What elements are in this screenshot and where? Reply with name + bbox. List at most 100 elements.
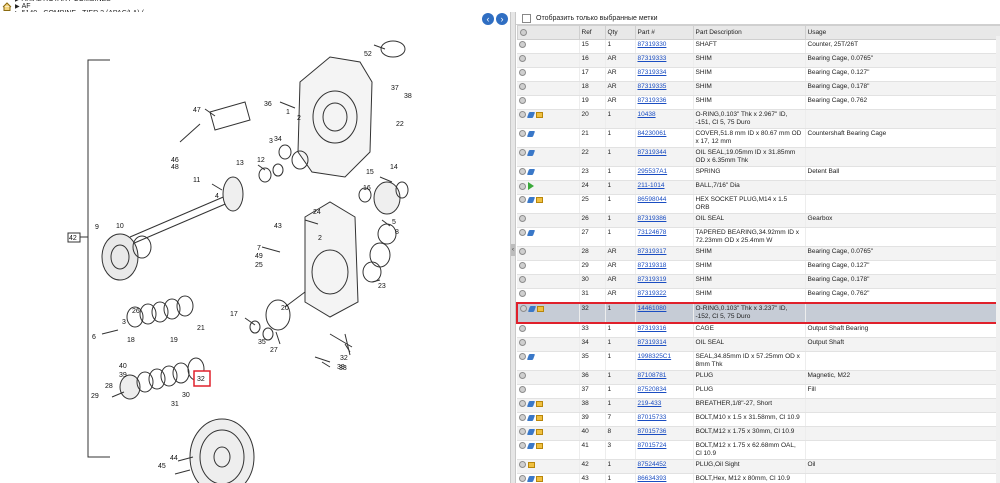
part-number-link[interactable]: 87319386 bbox=[638, 215, 667, 222]
diagram-callout[interactable]: 2 bbox=[297, 115, 301, 122]
box-icon[interactable] bbox=[536, 442, 543, 449]
diagram-callout[interactable]: 20 bbox=[281, 305, 289, 312]
gear-icon[interactable] bbox=[519, 339, 526, 346]
part-number-link[interactable]: 87520834 bbox=[638, 386, 667, 393]
row-part-number[interactable]: 87319336 bbox=[635, 95, 694, 110]
arrow-icon[interactable] bbox=[528, 182, 534, 190]
table-row[interactable]: 20 1 10438 O-RING,0.103" Thk x 2.967" ID, -… bbox=[517, 109, 1000, 129]
table-row[interactable]: 37 1 87520834 PLUG Fill bbox=[517, 384, 1000, 399]
part-number-link[interactable]: 87319316 bbox=[638, 325, 667, 332]
diagram-callout[interactable]: 13 bbox=[236, 160, 244, 167]
previous-diagram-button[interactable]: ‹ bbox=[482, 13, 494, 25]
part-number-link[interactable]: 219-433 bbox=[638, 400, 662, 407]
part-number-link[interactable]: 84230061 bbox=[638, 130, 667, 137]
pencil-icon[interactable] bbox=[526, 353, 536, 360]
diagram-callout[interactable]: 37 bbox=[391, 85, 399, 92]
next-diagram-button[interactable]: › bbox=[496, 13, 508, 25]
diagram-callout[interactable]: 17 bbox=[230, 311, 238, 318]
part-number-link[interactable]: 87319335 bbox=[638, 83, 667, 90]
row-part-number[interactable]: 87015736 bbox=[635, 426, 694, 441]
part-number-link[interactable]: 87319319 bbox=[638, 276, 667, 283]
diagram-callout[interactable]: 25 bbox=[255, 262, 263, 269]
gear-icon[interactable] bbox=[519, 262, 526, 269]
row-part-number[interactable]: 295537A1 bbox=[635, 166, 694, 181]
diagram-callout[interactable]: 26 bbox=[132, 308, 140, 315]
part-number-link[interactable]: 87015724 bbox=[638, 442, 667, 449]
gear-icon[interactable] bbox=[519, 196, 526, 203]
diagram-callout[interactable]: 44 bbox=[170, 455, 178, 462]
row-part-number[interactable]: 87319322 bbox=[635, 288, 694, 304]
row-part-number[interactable]: 1998325C1 bbox=[635, 351, 694, 371]
table-row[interactable]: 29 AR 87319318 SHIM Bearing Cage, 0.127" bbox=[517, 260, 1000, 275]
part-number-link[interactable]: 86598044 bbox=[638, 196, 667, 203]
part-number-link[interactable]: 73124678 bbox=[638, 229, 667, 236]
table-row[interactable]: 41 3 87015724 BOLT,M12 x 1.75 x 62.68mm OAL… bbox=[517, 440, 1000, 460]
diagram-callout[interactable]: 19 bbox=[170, 337, 178, 344]
column-header-qty[interactable]: Qty bbox=[604, 25, 636, 40]
row-part-number[interactable]: 87319335 bbox=[635, 81, 694, 96]
diagram-callout[interactable]: 29 bbox=[91, 393, 99, 400]
row-part-number[interactable]: 87015733 bbox=[635, 412, 694, 427]
pencil-icon[interactable] bbox=[526, 428, 536, 435]
diagram-callout[interactable]: 11 bbox=[193, 177, 200, 184]
part-number-link[interactable]: 87319322 bbox=[638, 290, 667, 297]
row-part-number[interactable]: 87319334 bbox=[635, 67, 694, 82]
row-part-number[interactable]: 87520834 bbox=[635, 384, 694, 399]
diagram-callout[interactable]: 45 bbox=[158, 463, 166, 470]
pencil-icon[interactable] bbox=[526, 400, 536, 407]
gear-icon[interactable] bbox=[519, 414, 526, 421]
part-number-link[interactable]: 10438 bbox=[638, 111, 656, 118]
diagram-callout[interactable]: 28 bbox=[105, 383, 113, 390]
gear-icon[interactable] bbox=[519, 353, 526, 360]
part-number-link[interactable]: 87319336 bbox=[638, 97, 667, 104]
gear-icon[interactable] bbox=[519, 400, 526, 407]
part-number-link[interactable]: 87319330 bbox=[638, 41, 667, 48]
row-part-number[interactable]: 211-1014 bbox=[635, 180, 694, 195]
table-row[interactable]: 18 AR 87319335 SHIM Bearing Cage, 0.178" bbox=[517, 81, 1000, 96]
diagram-callout[interactable]: 52 bbox=[364, 51, 372, 58]
diagram-callout[interactable]: 6 bbox=[92, 334, 96, 341]
diagram-callout[interactable]: 30 bbox=[182, 392, 190, 399]
gear-icon[interactable] bbox=[519, 41, 526, 48]
table-row[interactable]: 23 1 295537A1 SPRING Detent Ball bbox=[517, 166, 1000, 181]
gear-icon[interactable] bbox=[519, 276, 526, 283]
row-part-number[interactable]: 87015724 bbox=[635, 440, 694, 460]
table-row[interactable]: 15 1 87319330 SHAFT Counter, 25T/26T bbox=[517, 39, 1000, 54]
table-row[interactable]: 34 1 87319314 OIL SEAL Output Shaft bbox=[517, 337, 1000, 352]
diagram-callout[interactable]: 27 bbox=[270, 347, 278, 354]
row-part-number[interactable]: 10438 bbox=[635, 109, 694, 129]
box-icon[interactable] bbox=[537, 305, 544, 312]
part-number-link[interactable]: 87015736 bbox=[638, 428, 667, 435]
part-number-link[interactable]: 211-1014 bbox=[638, 182, 665, 189]
diagram-callout[interactable]: 47 bbox=[193, 107, 201, 114]
diagram-callout[interactable]: 40 bbox=[119, 363, 127, 370]
diagram-callout[interactable]: 15 bbox=[366, 169, 374, 176]
gear-icon[interactable] bbox=[519, 372, 526, 379]
table-row[interactable]: 40 8 87015736 BOLT,M12 x 1.75 x 30mm, Cl 10… bbox=[517, 426, 1000, 441]
gear-icon[interactable] bbox=[519, 442, 526, 449]
table-row[interactable]: 27 1 73124678 TAPERED BEARING,34.92mm ID x … bbox=[517, 227, 1000, 247]
gear-icon[interactable] bbox=[519, 97, 526, 104]
callout-32[interactable]: 32 bbox=[197, 376, 205, 383]
diagram-callout[interactable]: 5 bbox=[392, 219, 396, 226]
gear-icon[interactable] bbox=[519, 290, 526, 297]
gear-icon[interactable] bbox=[519, 168, 526, 175]
gear-icon[interactable] bbox=[519, 248, 526, 255]
table-row[interactable]: 28 AR 87319317 SHIM Bearing Cage, 0.0765" bbox=[517, 246, 1000, 261]
diagram-callout[interactable]: 38 bbox=[404, 93, 412, 100]
part-number-link[interactable]: 295537A1 bbox=[638, 168, 668, 175]
table-row[interactable]: 30 AR 87319319 SHIM Bearing Cage, 0.178" bbox=[517, 274, 1000, 289]
box-icon[interactable] bbox=[536, 196, 543, 203]
gear-icon[interactable] bbox=[519, 182, 526, 190]
column-header-part-number[interactable]: Part # bbox=[634, 25, 694, 40]
callout-49[interactable]: 42 bbox=[69, 235, 77, 242]
diagram-callout[interactable]: 36 bbox=[264, 101, 272, 108]
box-icon[interactable] bbox=[528, 461, 535, 468]
row-part-number[interactable]: 86634393 bbox=[635, 473, 694, 483]
part-number-link[interactable]: 87319317 bbox=[638, 248, 667, 255]
part-number-link[interactable]: 86634393 bbox=[638, 475, 667, 482]
gear-icon[interactable] bbox=[520, 305, 527, 312]
row-part-number[interactable]: 87319318 bbox=[635, 260, 694, 275]
table-row[interactable]: 24 1 211-1014 BALL,7/16" Dia bbox=[517, 180, 1000, 195]
row-part-number[interactable]: 86598044 bbox=[635, 194, 694, 214]
